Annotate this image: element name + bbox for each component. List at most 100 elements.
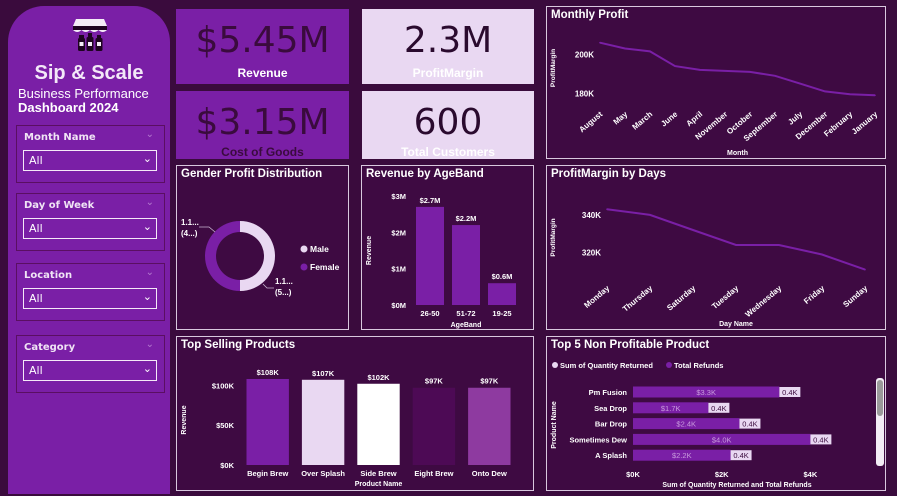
y-tick-label: 340K: [582, 211, 601, 220]
data-label: 0.4K: [813, 435, 828, 444]
location-slicer: Location ⌄ All ⌄: [16, 263, 165, 321]
x-tick-label: Tuesday: [710, 283, 741, 311]
data-point: [774, 74, 776, 77]
x-axis-title: Day Name: [719, 321, 753, 328]
data-point: [674, 65, 676, 67]
data-point: [692, 229, 694, 231]
y-tick-label: Sea Drop: [594, 404, 627, 413]
x-tick-label: 19-25: [492, 309, 511, 318]
gender-profit-panel: Gender Profit Distribution 1.1... (4...) 1…: [176, 165, 349, 330]
data-point: [864, 268, 866, 271]
x-tick-label: June: [659, 109, 680, 128]
non-profitable-panel: Top 5 Non Profitable Product Sum of Quan…: [546, 336, 886, 491]
data-point: [778, 244, 780, 246]
y-tick-label: Pm Fusion: [589, 388, 628, 397]
x-tick-label: Monday: [582, 283, 611, 310]
category-dropdown[interactable]: All ⌄: [23, 360, 157, 381]
data-label: $97K: [425, 377, 444, 386]
data-label: $97K: [480, 377, 499, 386]
x-axis-title: Month: [727, 150, 748, 157]
legend-label: Female: [310, 262, 340, 272]
x-axis-title: Sum of Quantity Returned and Total Refun…: [662, 482, 811, 489]
bar: [452, 225, 480, 305]
data-label: 0.4K: [711, 404, 726, 413]
revenue-ageband-panel: Revenue by AgeBand $3M $2M $1M $0M $2.7M 26-5…: [361, 165, 534, 330]
chevron-down-icon[interactable]: ⌄: [146, 197, 154, 208]
data-point: [874, 94, 876, 97]
x-tick-label: July: [786, 109, 804, 127]
bar: [301, 379, 345, 465]
x-tick-label: Eight Brew: [414, 469, 453, 478]
dropdown-value: All: [29, 292, 43, 305]
y-axis-title: ProfitMargin: [550, 218, 557, 256]
data-label: (4...): [181, 229, 198, 238]
x-tick-label: Over Splash: [301, 469, 345, 478]
month-name-dropdown[interactable]: All ⌄: [23, 150, 157, 171]
data-label: (5...): [275, 288, 292, 297]
dropdown-value: All: [29, 364, 43, 377]
customers-label: Total Customers: [401, 145, 495, 159]
x-tick-label: Wednesday: [744, 283, 784, 319]
slicer-label: Month Name: [24, 132, 96, 143]
pie-slice-male: [240, 221, 275, 291]
leader-line: [199, 226, 216, 233]
bar: [468, 387, 511, 465]
profit-days-panel: ProfitMargin by Days 340K 320K Monday Thurs…: [546, 165, 886, 330]
bar: [412, 387, 456, 465]
customers-card: 600 Total Customers: [362, 91, 534, 159]
subtitle-line: Business Performance: [18, 86, 149, 101]
data-label: 1.1...: [275, 277, 293, 286]
chevron-down-icon: ⌄: [142, 362, 152, 375]
x-tick-label: 51-72: [456, 309, 475, 318]
x-tick-label: May: [612, 109, 630, 126]
x-axis-title: AgeBand: [451, 322, 482, 329]
category-slicer: Category ⌄ All ⌄: [16, 335, 165, 393]
bar: [357, 383, 400, 465]
day-of-week-dropdown[interactable]: All ⌄: [23, 218, 157, 239]
chevron-down-icon[interactable]: ⌄: [146, 339, 154, 350]
year-line: Dashboard 2024: [18, 100, 119, 115]
dropdown-value: All: [29, 154, 43, 167]
data-point: [824, 90, 826, 93]
data-label: $2.7M: [420, 196, 441, 205]
chevron-down-icon[interactable]: ⌄: [146, 267, 154, 278]
x-tick-label: March: [630, 110, 654, 132]
y-tick-label: $100K: [212, 381, 235, 390]
location-dropdown[interactable]: All ⌄: [23, 288, 157, 309]
chevron-down-icon: ⌄: [142, 290, 152, 303]
data-label: 1.1...: [181, 218, 199, 227]
monthly-profit-panel: Monthly Profit 200K 180K August May March Jun…: [546, 6, 886, 159]
legend-marker: [300, 245, 308, 253]
x-tick-label: $2K: [715, 470, 729, 479]
chevron-down-icon: ⌄: [142, 220, 152, 233]
chevron-down-icon[interactable]: ⌄: [146, 129, 154, 140]
data-label: $1.7K: [661, 404, 681, 413]
day-of-week-slicer: Day of Week ⌄ All ⌄: [16, 193, 165, 251]
legend-marker: [300, 263, 308, 271]
y-axis-title: Revenue: [366, 236, 373, 265]
pie-slice-female: [205, 221, 240, 291]
scrollbar-thumb[interactable]: [877, 380, 883, 416]
x-tick-label: Thursday: [621, 283, 655, 313]
chevron-down-icon: ⌄: [142, 152, 152, 165]
cogs-value: $3.15M: [195, 102, 330, 143]
slicer-label: Location: [24, 270, 73, 281]
y-tick-label: Bar Drop: [595, 420, 628, 429]
profit-margin-value: 2.3M: [403, 20, 493, 61]
data-label: $3.3K: [696, 388, 716, 397]
x-tick-label: August: [577, 109, 604, 134]
cogs-card: $3.15M Cost of Goods: [176, 91, 349, 159]
legend-label: Total Refunds: [674, 361, 723, 370]
data-label: $2.2K: [672, 451, 692, 460]
data-label: $107K: [312, 369, 335, 378]
revenue-value: $5.45M: [195, 20, 330, 61]
profit-margin-card: 2.3M ProfitMargin: [362, 9, 534, 84]
dropdown-value: All: [29, 222, 43, 235]
customers-value: 600: [413, 102, 483, 143]
top-selling-panel: Top Selling Products $100K $50K $0K $108K Be…: [176, 336, 534, 491]
bar: [416, 206, 444, 305]
data-label: 0.4K: [782, 388, 797, 397]
gender-profit-chart: 1.1... (4...) 1.1... (5...) Male Female: [181, 218, 340, 297]
legend-label: Sum of Quantity Returned: [560, 361, 653, 370]
series-line: [599, 41, 876, 97]
